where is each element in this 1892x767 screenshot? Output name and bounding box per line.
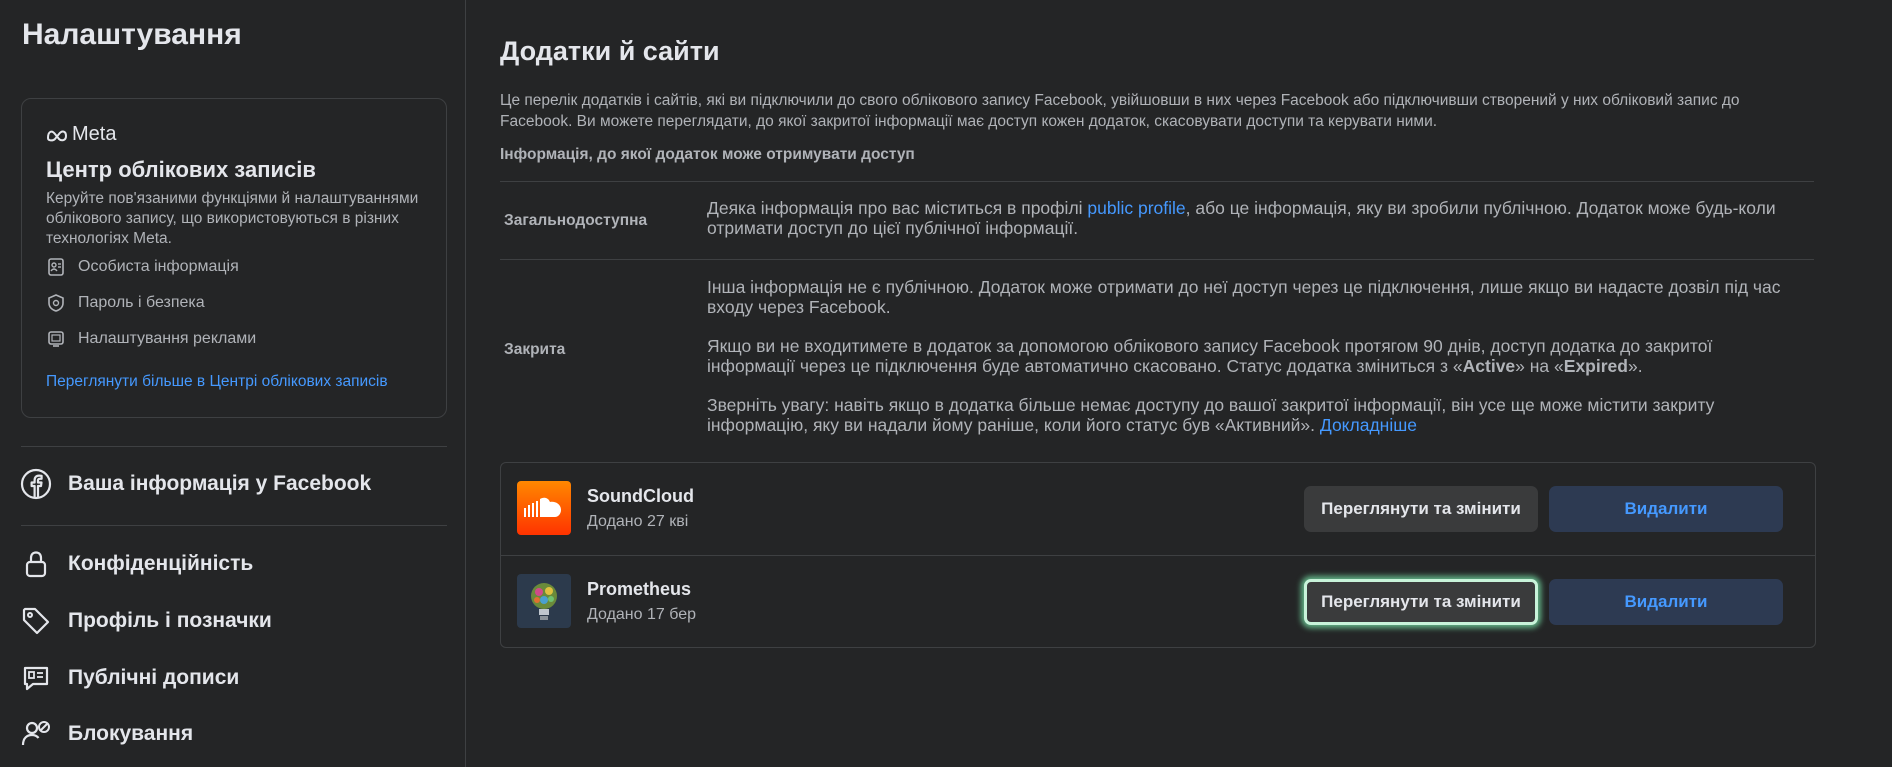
settings-sidebar: Налаштування Meta Центр облікових записі… xyxy=(0,0,466,767)
public-text-before: Деяка інформація про вас міститься в про… xyxy=(707,198,1088,218)
page-description: Це перелік додатків і сайтів, які ви під… xyxy=(500,92,1740,130)
accounts-center-link[interactable]: Переглянути більше в Центрі облікових за… xyxy=(46,373,388,391)
nav-item-public-posts[interactable]: Публічні дописи xyxy=(20,662,239,694)
nav-item-privacy[interactable]: Конфіденційність xyxy=(20,548,253,580)
view-edit-button[interactable]: Переглянути та змінити xyxy=(1304,486,1538,532)
p2-after: ». xyxy=(1627,356,1643,376)
app-name: SoundCloud xyxy=(587,486,694,506)
public-row-text: Деяка інформація про вас міститься в про… xyxy=(707,198,1787,238)
app-row-soundcloud: SoundCloud Додано 27 кві Переглянути та … xyxy=(501,463,1815,555)
status-expired: Expired xyxy=(1563,356,1628,376)
public-profile-link[interactable]: public profile xyxy=(1087,198,1185,218)
learn-more-link[interactable]: Докладніше xyxy=(1320,415,1417,435)
soundcloud-icon xyxy=(517,481,571,535)
app-row-prometheus: Prometheus Додано 17 бер Переглянути та … xyxy=(501,556,1815,648)
meta-logo: Meta xyxy=(46,123,116,146)
private-row-p2: Якщо ви не входитимете в додаток за допо… xyxy=(707,336,1787,376)
nav-item-label: Конфіденційність xyxy=(68,552,254,575)
app-added-date: Додано 17 бер xyxy=(587,606,696,623)
public-row-label: Загальнодоступна xyxy=(504,212,648,229)
sidebar-divider xyxy=(21,525,447,526)
ac-item-personal-info[interactable]: Особиста інформація xyxy=(46,257,239,277)
tag-icon xyxy=(22,607,50,635)
prometheus-icon xyxy=(517,574,571,628)
private-row-p3: Зверніть увагу: навіть якщо в додатка бі… xyxy=(707,395,1787,435)
accounts-center-card: Meta Центр облікових записів Керуйте пов… xyxy=(21,98,447,418)
p3-text: Зверніть увагу: навіть якщо в додатка бі… xyxy=(707,395,1715,435)
private-row-label: Закрита xyxy=(504,341,566,358)
meta-infinity-icon xyxy=(46,130,68,141)
nav-item-label: Публічні дописи xyxy=(68,666,240,689)
private-row-p1: Інша інформація не є публічною. Додаток … xyxy=(707,277,1781,317)
nav-item-label: Ваша інформація у Facebook xyxy=(68,472,372,495)
ac-item-label: Налаштування реклами xyxy=(78,330,257,347)
status-active: Active xyxy=(1462,356,1516,376)
id-card-icon xyxy=(48,258,64,276)
sidebar-divider xyxy=(21,446,447,447)
accounts-center-title: Центр облікових записів xyxy=(46,157,316,182)
app-name: Prometheus xyxy=(587,579,692,599)
ac-item-password-security[interactable]: Пароль і безпека xyxy=(46,293,205,313)
table-divider xyxy=(500,259,1814,260)
page-title: Додатки й сайти xyxy=(500,36,720,66)
meta-logo-text: Meta xyxy=(72,123,117,145)
ac-item-label: Особиста інформація xyxy=(78,258,239,275)
ac-item-ad-preferences[interactable]: Налаштування реклами xyxy=(46,329,256,349)
connected-apps-list: SoundCloud Додано 27 кві Переглянути та … xyxy=(500,462,1816,648)
shield-icon xyxy=(48,294,64,312)
remove-button[interactable]: Видалити xyxy=(1549,579,1783,625)
table-divider xyxy=(500,181,1814,182)
accounts-center-description: Керуйте пов'язаними функціями й налаштув… xyxy=(46,190,419,247)
lock-icon xyxy=(25,551,47,578)
info-access-subheading: Інформація, до якої додаток може отримув… xyxy=(500,146,915,163)
apps-and-websites-panel: Додатки й сайти Це перелік додатків і са… xyxy=(500,0,1892,767)
nav-item-label: Профіль і позначки xyxy=(68,609,272,632)
nav-item-blocking[interactable]: Блокування xyxy=(20,718,193,750)
ac-item-label: Пароль і безпека xyxy=(78,294,205,311)
nav-item-label: Блокування xyxy=(68,722,194,745)
sidebar-title: Налаштування xyxy=(22,18,242,51)
nav-item-profile-tagging[interactable]: Профіль і позначки xyxy=(20,605,272,637)
app-added-date: Додано 27 кві xyxy=(587,513,689,530)
monitor-icon xyxy=(48,331,64,347)
block-user-icon xyxy=(21,721,50,746)
p2-mid: » на « xyxy=(1515,356,1564,376)
facebook-icon xyxy=(20,468,52,500)
posts-icon xyxy=(23,666,49,691)
nav-item-your-information[interactable]: Ваша інформація у Facebook xyxy=(20,468,371,500)
remove-button[interactable]: Видалити xyxy=(1549,486,1783,532)
view-edit-button[interactable]: Переглянути та змінити xyxy=(1304,579,1538,625)
